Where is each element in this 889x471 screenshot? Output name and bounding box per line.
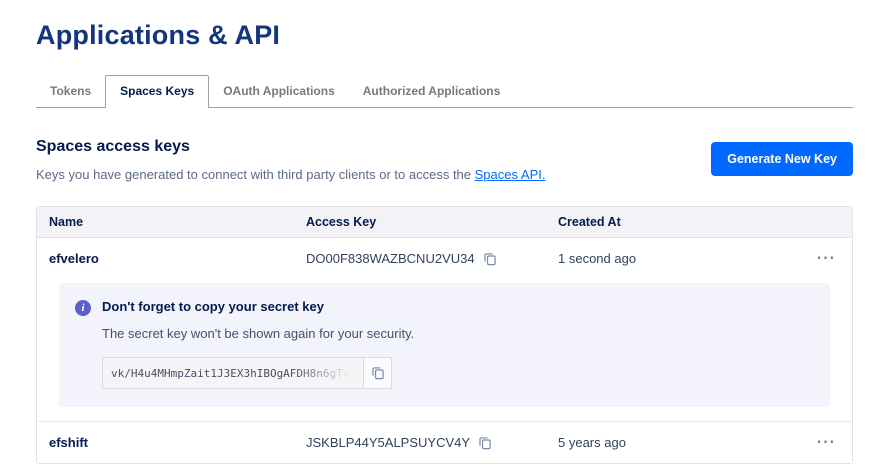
tab-spaces-keys[interactable]: Spaces Keys: [105, 75, 209, 108]
section-description: Keys you have generated to connect with …: [36, 167, 545, 182]
more-menu-button[interactable]: ⋯: [816, 438, 836, 448]
secret-key-text: vk/H4u4MHmpZait1J3EX3hIBOgAFDH8n6gTv3H4k…: [111, 367, 364, 380]
copy-secret-button[interactable]: [364, 357, 392, 389]
applications-api-page: Applications & API Tokens Spaces Keys OA…: [0, 0, 889, 464]
more-menu-button[interactable]: ⋯: [816, 254, 836, 264]
generate-new-key-button[interactable]: Generate New Key: [711, 142, 853, 176]
secret-key-value: vk/H4u4MHmpZait1J3EX3hIBOgAFDH8n6gTv3H4k…: [102, 357, 364, 389]
column-header-name: Name: [37, 207, 294, 237]
section-description-text: Keys you have generated to connect with …: [36, 167, 475, 182]
table-header-row: Name Access Key Created At: [37, 207, 852, 238]
access-key-value: DO00F838WAZBCNU2VU34: [306, 251, 475, 266]
section-header: Spaces access keys Keys you have generat…: [36, 138, 853, 182]
key-name: efvelero: [37, 238, 294, 279]
access-key-cell: JSKBLP44Y5ALPSUYCV4Y: [294, 422, 546, 463]
notice-title: Don't forget to copy your secret key: [102, 299, 414, 314]
copy-icon[interactable]: [478, 436, 492, 450]
row-actions: ⋯: [792, 430, 852, 456]
access-key-value: JSKBLP44Y5ALPSUYCV4Y: [306, 435, 470, 450]
tab-tokens[interactable]: Tokens: [36, 76, 105, 107]
secret-key-notice: i Don't forget to copy your secret key T…: [59, 283, 830, 407]
row-actions: ⋯: [792, 246, 852, 272]
created-at-value: 5 years ago: [546, 422, 792, 463]
column-header-created-at: Created At: [546, 207, 792, 237]
info-icon: i: [75, 300, 91, 316]
spaces-keys-table: Name Access Key Created At efvelero DO00…: [36, 206, 853, 464]
notice-subtitle: The secret key won't be shown again for …: [102, 326, 414, 341]
spaces-api-link[interactable]: Spaces API.: [475, 167, 546, 182]
section-heading: Spaces access keys: [36, 138, 545, 156]
access-key-cell: DO00F838WAZBCNU2VU34: [294, 238, 546, 279]
column-header-actions: [792, 207, 852, 237]
table-row: efshift JSKBLP44Y5ALPSUYCV4Y 5 years ago…: [37, 421, 852, 463]
secret-key-row: vk/H4u4MHmpZait1J3EX3hIBOgAFDH8n6gTv3H4k…: [102, 357, 414, 389]
created-at-value: 1 second ago: [546, 238, 792, 279]
copy-icon[interactable]: [483, 252, 497, 266]
tab-authorized-applications[interactable]: Authorized Applications: [349, 76, 515, 107]
key-name: efshift: [37, 422, 294, 463]
section-header-text: Spaces access keys Keys you have generat…: [36, 138, 545, 182]
notice-body: Don't forget to copy your secret key The…: [102, 299, 414, 389]
table-row: efvelero DO00F838WAZBCNU2VU34 1 second a…: [37, 238, 852, 279]
secret-key-notice-container: i Don't forget to copy your secret key T…: [37, 279, 852, 421]
tab-oauth-applications[interactable]: OAuth Applications: [209, 76, 349, 107]
tab-bar: Tokens Spaces Keys OAuth Applications Au…: [36, 75, 853, 108]
column-header-access-key: Access Key: [294, 207, 546, 237]
page-title: Applications & API: [36, 20, 853, 51]
